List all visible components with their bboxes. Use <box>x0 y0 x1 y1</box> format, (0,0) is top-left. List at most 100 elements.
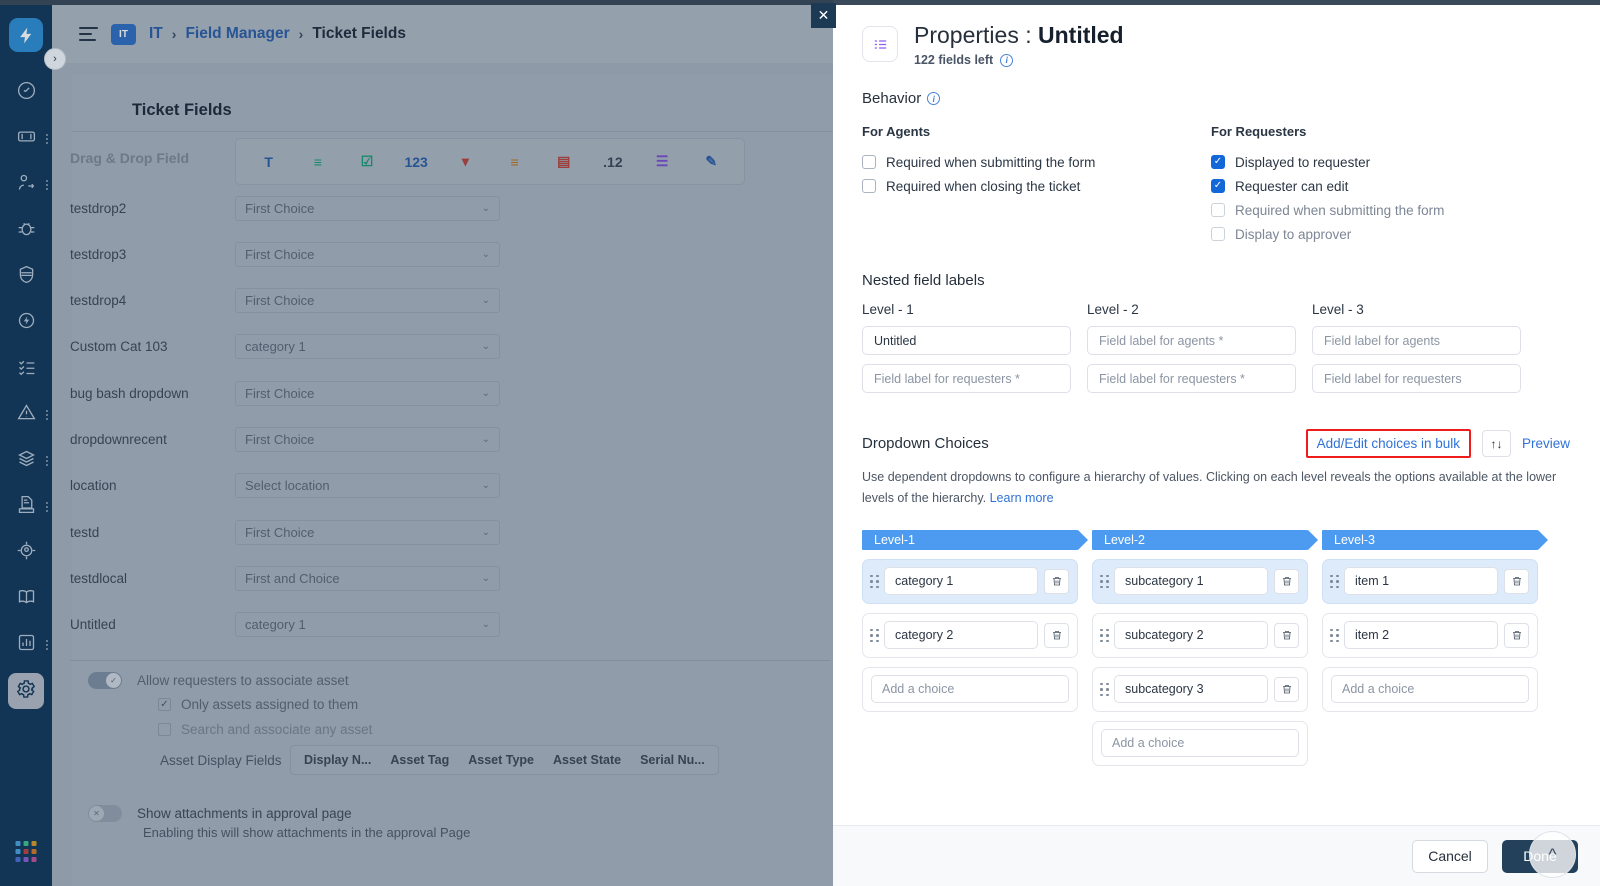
agent-label-input[interactable]: Untitled <box>862 326 1071 356</box>
choice-row[interactable]: subcategory 1 <box>1092 558 1308 604</box>
cancel-button[interactable]: Cancel <box>1412 839 1488 873</box>
drag-handle-icon[interactable] <box>1100 628 1109 643</box>
choice-row[interactable]: item 1 <box>1322 558 1538 604</box>
scroll-to-top-button[interactable]: ^ <box>1529 831 1576 878</box>
panel-title-prefix: Properties : <box>914 22 1038 48</box>
drag-handle-icon[interactable] <box>1100 574 1109 589</box>
drag-handle-icon[interactable] <box>870 628 879 643</box>
dropdown-level-header: Level-1 <box>862 529 1088 550</box>
expand-sidebar-button[interactable]: › <box>44 48 66 70</box>
drag-handle-icon[interactable] <box>1330 574 1339 589</box>
panel-footer: Cancel Done ^ <box>833 825 1600 886</box>
for-requesters-checkbox-row: Display to approver <box>1211 222 1560 246</box>
for-requesters-checkbox <box>1211 203 1225 218</box>
requester-label-input[interactable]: Field label for requesters * <box>862 364 1071 394</box>
add-choice-input[interactable]: Add a choice <box>1331 675 1529 704</box>
for-requesters-checkbox-label: Requester can edit <box>1235 178 1349 194</box>
requester-label-input[interactable]: Field label for requesters <box>1312 364 1521 394</box>
behavior-label: Behavior <box>862 90 922 108</box>
choice-row[interactable]: category 2 <box>862 612 1078 658</box>
dropdown-level-header: Level-3 <box>1322 529 1548 550</box>
delete-choice-button[interactable] <box>1274 622 1299 648</box>
dropdown-level-column: Level-1 category 1 category 2 Add a choice <box>862 529 1088 766</box>
nested-label-column: Level - 2 Field label for agents * Field l… <box>1087 302 1296 402</box>
nested-label-column: Level - 3 Field label for agents Field lab… <box>1312 302 1521 402</box>
for-requesters-heading: For Requesters <box>1211 124 1307 140</box>
for-requesters-checkbox-row[interactable]: Requester can edit <box>1211 174 1560 198</box>
choice-input[interactable]: item 2 <box>1344 621 1498 650</box>
for-agents-checkbox-label: Required when submitting the form <box>886 154 1096 170</box>
dropdown-level-column: Level-2 subcategory 1 subcategory 2 subcate… <box>1092 529 1318 766</box>
for-requesters-checkbox-label: Required when submitting the form <box>1235 202 1445 218</box>
for-requesters-checkbox[interactable] <box>1211 179 1225 194</box>
dropdown-choices-section: Dropdown Choices Add/Edit choices in bul… <box>833 402 1600 766</box>
drag-handle-icon[interactable] <box>870 574 879 589</box>
drag-handle-icon[interactable] <box>1330 628 1339 643</box>
dropdown-levels-container: Level-1 category 1 category 2 Add a choice L… <box>862 529 1570 766</box>
for-agents-heading: For Agents <box>862 124 931 140</box>
fields-left-text: 122 fields left <box>914 53 994 68</box>
choice-row[interactable]: category 1 <box>862 558 1078 604</box>
add-choice-row[interactable]: Add a choice <box>1092 720 1308 766</box>
delete-choice-button[interactable] <box>1504 622 1529 648</box>
add-choice-input[interactable]: Add a choice <box>871 675 1069 704</box>
delete-choice-button[interactable] <box>1274 676 1299 702</box>
for-requesters-checkbox[interactable] <box>1211 155 1225 170</box>
choice-input[interactable]: item 1 <box>1344 567 1498 596</box>
delete-choice-button[interactable] <box>1504 568 1529 594</box>
modal-dim-overlay <box>0 0 833 886</box>
choice-row[interactable]: subcategory 3 <box>1092 666 1308 712</box>
properties-panel: Properties : Untitled 122 fields left i … <box>833 5 1600 886</box>
requester-label-input[interactable]: Field label for requesters * <box>1087 364 1296 394</box>
for-requesters-checkbox-row: Required when submitting the form <box>1211 198 1560 222</box>
dropdown-choices-title: Dropdown Choices <box>862 435 989 453</box>
delete-choice-button[interactable] <box>1274 568 1299 594</box>
for-requesters-checkbox-label: Display to approver <box>1235 226 1352 242</box>
for-agents-checkbox-row[interactable]: Required when submitting the form <box>862 150 1211 174</box>
dropdown-choices-description: Use dependent dropdowns to configure a h… <box>862 467 1567 508</box>
for-agents-column: For Agents Required when submitting the … <box>862 124 1211 246</box>
choice-input[interactable]: subcategory 2 <box>1114 621 1268 650</box>
nested-level-label: Level - 3 <box>1312 302 1364 318</box>
for-agents-checkbox-label: Required when closing the ticket <box>886 178 1081 194</box>
info-icon[interactable]: i <box>1000 53 1014 67</box>
nested-field-labels-title: Nested field labels <box>862 272 1570 289</box>
add-choice-input[interactable]: Add a choice <box>1101 729 1299 758</box>
add-choice-row[interactable]: Add a choice <box>1322 666 1538 712</box>
panel-title-value: Untitled <box>1038 22 1124 48</box>
preview-link[interactable]: Preview <box>1522 436 1570 451</box>
drag-handle-icon[interactable] <box>1100 682 1109 697</box>
learn-more-link[interactable]: Learn more <box>990 491 1054 505</box>
agent-label-input[interactable]: Field label for agents <box>1312 326 1521 356</box>
for-agents-checkbox[interactable] <box>862 155 876 170</box>
nested-level-label: Level - 1 <box>862 302 914 318</box>
add-edit-choices-in-bulk-button[interactable]: Add/Edit choices in bulk <box>1305 429 1471 459</box>
delete-choice-button[interactable] <box>1044 622 1069 648</box>
for-requesters-column: For Requesters Displayed to requester Req… <box>1211 124 1560 246</box>
panel-header: Properties : Untitled 122 fields left i <box>833 5 1600 67</box>
panel-title: Properties : Untitled <box>914 22 1124 48</box>
for-agents-checkbox-row[interactable]: Required when closing the ticket <box>862 174 1211 198</box>
choice-input[interactable]: subcategory 3 <box>1114 675 1268 704</box>
close-icon[interactable]: ✕ <box>811 3 836 28</box>
choice-input[interactable]: category 2 <box>884 621 1038 650</box>
properties-panel-scroll-area[interactable]: Properties : Untitled 122 fields left i … <box>833 5 1600 825</box>
behavior-section: Behavior i For Agents Required when subm… <box>833 67 1600 246</box>
for-agents-checkbox[interactable] <box>862 179 876 194</box>
for-requesters-checkbox <box>1211 227 1225 242</box>
choice-row[interactable]: item 2 <box>1322 612 1538 658</box>
add-choice-row[interactable]: Add a choice <box>862 666 1078 712</box>
sort-choices-button[interactable]: ↑↓ <box>1481 430 1511 458</box>
delete-choice-button[interactable] <box>1044 568 1069 594</box>
agent-label-input[interactable]: Field label for agents * <box>1087 326 1296 356</box>
dropdown-description-text: Use dependent dropdowns to configure a h… <box>862 470 1557 505</box>
choice-input[interactable]: subcategory 1 <box>1114 567 1268 596</box>
for-requesters-checkbox-row[interactable]: Displayed to requester <box>1211 150 1560 174</box>
for-requesters-checkbox-label: Displayed to requester <box>1235 154 1371 170</box>
choice-input[interactable]: category 1 <box>884 567 1038 596</box>
info-icon[interactable]: i <box>927 92 941 106</box>
behavior-section-title: Behavior i <box>862 90 1570 107</box>
nested-field-labels-section: Nested field labels Level - 1 Untitled Fie… <box>833 246 1600 402</box>
choice-row[interactable]: subcategory 2 <box>1092 612 1308 658</box>
nested-label: Nested field labels <box>862 272 985 290</box>
